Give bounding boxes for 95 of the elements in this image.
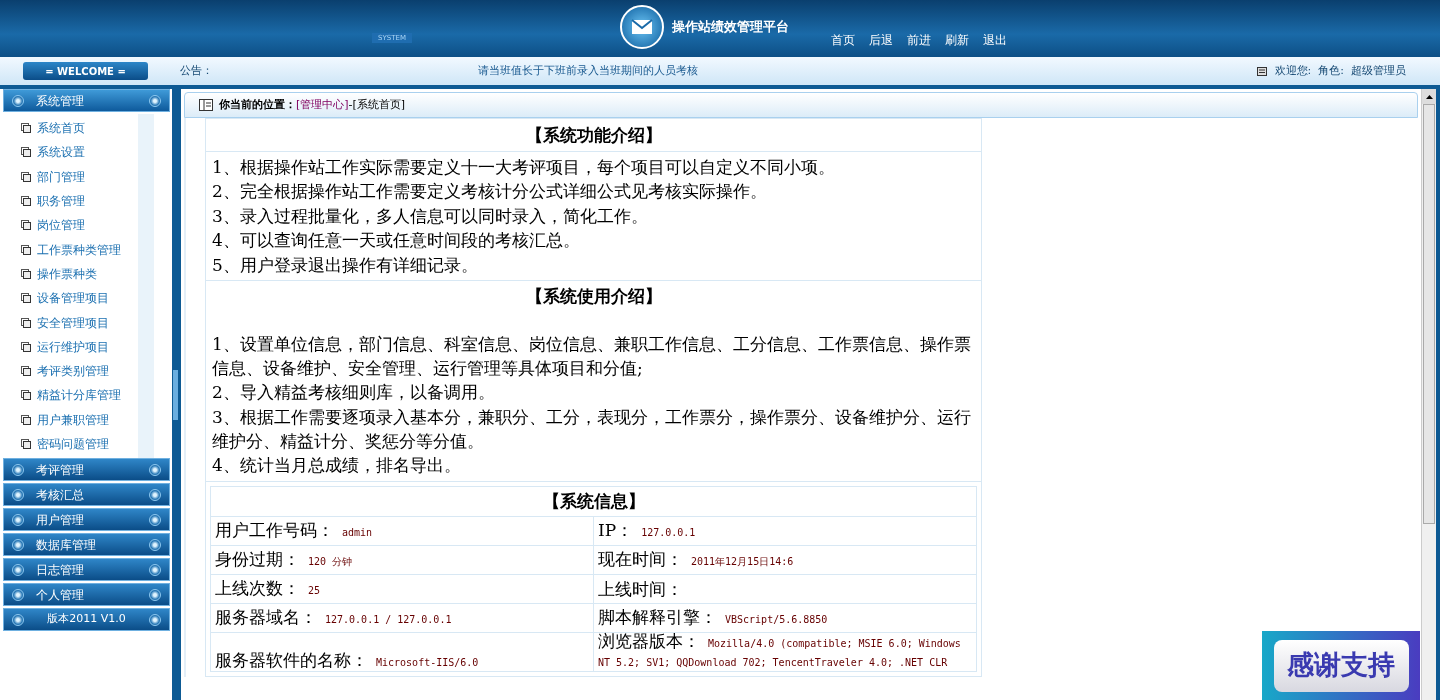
sidebar-group-header[interactable]: 日志管理 bbox=[3, 558, 170, 582]
nav-link[interactable]: 后退 bbox=[869, 31, 893, 49]
sidebar-group-header[interactable]: 考评管理 bbox=[3, 458, 170, 482]
page-icon bbox=[21, 341, 31, 352]
section-title: 【系统信息】 bbox=[210, 486, 977, 517]
sidebar-item[interactable]: 部门管理 bbox=[3, 164, 138, 189]
info-cell: 浏览器版本： Mozilla/4.0 (compatible; MSIE 6.0; Windows NT 5.2; SV1; QQDownload 702; TencentTraveler 4.0; .NET CLR bbox=[593, 632, 977, 672]
feature-text: 5、用户登录退出操作有详细记录。 bbox=[212, 253, 479, 277]
page-icon bbox=[21, 439, 31, 449]
usage-text: 2、导入精益考核细则库，以备调用。 bbox=[212, 381, 496, 405]
sidebar-group-header[interactable]: 数据库管理 bbox=[3, 533, 170, 557]
page-icon bbox=[21, 147, 31, 158]
orb-icon bbox=[12, 563, 24, 576]
sidebar-item[interactable]: 考评类别管理 bbox=[3, 358, 138, 384]
scroll-up-icon[interactable] bbox=[1422, 89, 1436, 104]
page-icon bbox=[21, 366, 31, 377]
notice-label: 公告： bbox=[180, 62, 213, 79]
orb-icon bbox=[149, 538, 161, 551]
page-icon bbox=[21, 171, 31, 182]
orb-icon bbox=[12, 488, 24, 501]
info-cell: 服务器软件的名称： Microsoft-IIS/6.0 bbox=[210, 632, 594, 672]
page-icon bbox=[21, 317, 31, 328]
orb-icon bbox=[12, 513, 24, 526]
sidebar-item[interactable]: 精益计分库管理 bbox=[3, 383, 138, 408]
nav-link[interactable]: 前进 bbox=[907, 31, 931, 49]
orb-icon bbox=[149, 94, 161, 107]
usage-text: 1、设置单位信息，部门信息、科室信息、岗位信息、兼职工作信息、工分信息、工作票信息、操作票信息、设备维护、安全管理、运行管理等具体项目和分值; bbox=[212, 333, 972, 381]
notice-message: 请当班值长于下班前录入当班期间的人员考核 bbox=[478, 62, 698, 79]
sidebar-item[interactable]: 密码问题管理 bbox=[3, 431, 138, 457]
page-icon bbox=[21, 293, 31, 304]
usage-text: 3、根据工作需要逐项录入基本分，兼职分、工分，表现分，工作票分，操作票分、设备维护分、运行维护分、精益计分、奖惩分等分值。 bbox=[212, 405, 972, 453]
orb-icon bbox=[149, 588, 161, 601]
sidebar-group-header[interactable]: 考核汇总 bbox=[3, 483, 170, 507]
page-icon bbox=[21, 414, 31, 425]
mail-logo-icon bbox=[620, 5, 664, 49]
sidebar-item[interactable]: 系统设置 bbox=[3, 140, 138, 165]
page-icon bbox=[21, 123, 31, 134]
orb-icon bbox=[12, 94, 24, 107]
orb-icon bbox=[12, 538, 24, 551]
sidebar-group-header[interactable]: 系统管理 bbox=[3, 89, 170, 112]
scrollbar[interactable] bbox=[1421, 89, 1436, 700]
usage-text: 4、统计当月总成绩，排名导出。 bbox=[212, 454, 462, 478]
orb-icon bbox=[149, 563, 161, 576]
feature-text: 1、根据操作站工作实际需要定义十一大考评项目，每个项目可以自定义不同小项。 bbox=[212, 156, 836, 179]
welcome-badge: = WELCOME = bbox=[23, 62, 148, 80]
breadcrumb-current: -[系统首页] bbox=[348, 96, 406, 113]
orb-icon bbox=[12, 463, 24, 476]
sidebar-group-header[interactable]: 用户管理 bbox=[3, 508, 170, 532]
page-icon bbox=[21, 220, 31, 231]
page-icon bbox=[21, 244, 31, 255]
sidebar-group-header[interactable]: 个人管理 bbox=[3, 583, 170, 607]
sidebar-item[interactable]: 设备管理项目 bbox=[3, 286, 138, 311]
sidebar-item[interactable]: 职务管理 bbox=[3, 188, 138, 214]
breadcrumb-link[interactable]: [管理中心] bbox=[296, 96, 349, 114]
page-icon bbox=[21, 196, 31, 207]
orb-icon bbox=[149, 513, 161, 526]
info-cell: 脚本解释引擎： VBScript/5.6.8850 bbox=[593, 603, 977, 633]
info-cell: IP： 127.0.0.1 bbox=[593, 516, 977, 546]
info-cell: 用户工作号码： admin bbox=[210, 516, 594, 546]
info-cell: 服务器域名： 127.0.0.1 / 127.0.0.1 bbox=[210, 603, 594, 633]
info-cell: 现在时间： 2011年12月15日14:6 bbox=[593, 545, 977, 575]
orb-icon bbox=[12, 588, 24, 601]
orb-icon bbox=[12, 613, 24, 626]
orb-icon bbox=[149, 463, 161, 476]
info-cell: 上线次数： 25 bbox=[210, 574, 594, 604]
info-cell: 上线时间： bbox=[593, 574, 977, 604]
app-title: 操作站绩效管理平台 bbox=[672, 18, 789, 37]
panel-icon bbox=[199, 99, 213, 111]
version-label: 版本2011 V1.0 bbox=[3, 608, 170, 632]
info-cell: 身份过期： 120 分钟 bbox=[210, 545, 594, 575]
monitor-icon bbox=[1256, 66, 1267, 76]
sidebar-item[interactable]: 运行维护项目 bbox=[3, 334, 138, 359]
sidebar-item[interactable]: 用户兼职管理 bbox=[3, 407, 138, 432]
page-icon bbox=[21, 390, 31, 401]
orb-icon bbox=[149, 488, 161, 501]
sidebar-item[interactable]: 工作票种类管理 bbox=[3, 237, 138, 262]
breadcrumb-label: 你当前的位置： bbox=[219, 96, 296, 113]
nav-link[interactable]: 刷新 bbox=[945, 31, 969, 49]
nav-link[interactable]: 退出 bbox=[983, 31, 1007, 49]
sidebar-item[interactable]: 岗位管理 bbox=[3, 213, 138, 238]
section-title: 【系统功能介绍】 bbox=[206, 119, 981, 152]
sidebar-item[interactable]: 系统首页 bbox=[3, 116, 138, 141]
feature-text: 4、可以查询任意一天或任意时间段的考核汇总。 bbox=[212, 229, 581, 253]
page-icon bbox=[21, 268, 31, 279]
sidebar-item[interactable]: 安全管理项目 bbox=[3, 310, 138, 335]
thanks-badge[interactable]: 感谢支持 bbox=[1262, 631, 1420, 700]
nav-link[interactable]: 首页 bbox=[831, 31, 855, 49]
section-title: 【系统使用介绍】 bbox=[206, 280, 981, 311]
feature-text: 3、录入过程批量化，多人信息可以同时录入，简化工作。 bbox=[212, 204, 649, 228]
splitter-handle[interactable] bbox=[173, 369, 178, 420]
feature-text: 2、完全根据操作站工作需要定义考核计分公式详细公式见考核实际操作。 bbox=[212, 180, 768, 204]
scroll-thumb[interactable] bbox=[1423, 104, 1435, 524]
orb-icon bbox=[149, 613, 161, 626]
sidebar-item[interactable]: 操作票种类 bbox=[3, 261, 138, 287]
user-role: 欢迎您: 角色: 超级管理员 bbox=[1274, 62, 1406, 79]
